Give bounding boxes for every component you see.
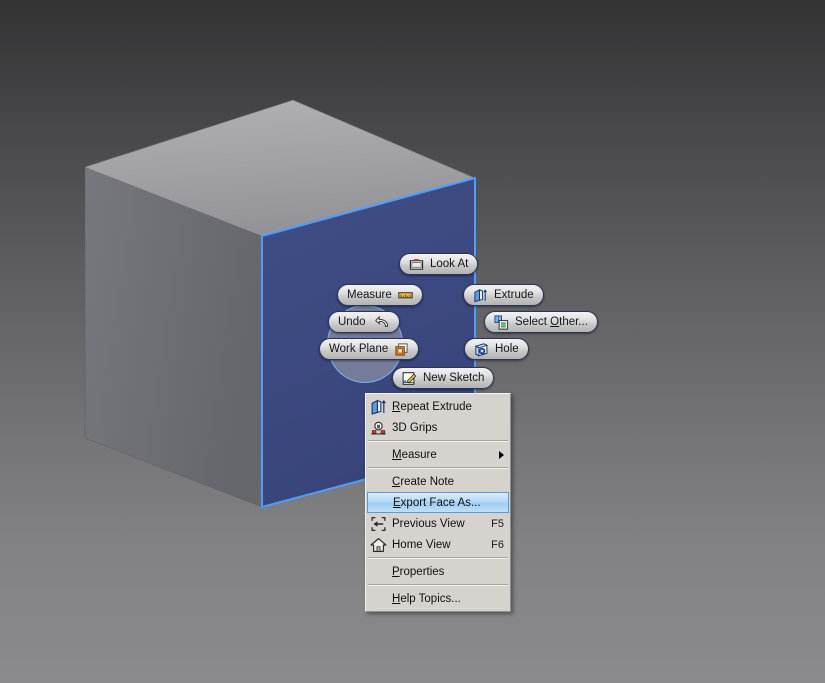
context-menu-separator [368,467,508,469]
marking-menu-work-plane-button[interactable]: Work Plane [319,338,420,360]
work-plane-icon [395,342,408,356]
context-menu-item-repeat-extrude[interactable]: Repeat Extrude [366,396,510,417]
marking-menu-new-sketch-label: New Sketch [423,372,485,384]
context-menu-label: Repeat Extrude [392,400,472,413]
new-sketch-icon [402,371,417,385]
marking-menu-hole-button[interactable]: Hole [464,338,529,360]
context-menu-shortcut: F6 [491,538,504,551]
marking-menu-measure-button[interactable]: Measure [337,284,423,306]
marking-menu-select-other-label: Select Other... [515,316,588,328]
chevron-right-icon [499,450,504,459]
look-at-icon [409,258,424,270]
undo-icon [375,315,389,327]
context-menu-item-properties[interactable]: Properties [366,561,510,582]
context-menu-item-measure[interactable]: Measure [366,444,510,465]
marking-menu-look-at-button[interactable]: Look At [399,253,479,275]
context-menu[interactable]: Repeat Extrude 3D Grips Measure Create N… [365,393,511,612]
marking-menu-hole-label: Hole [495,343,519,355]
context-menu-label: Help Topics... [392,592,461,605]
hole-icon [474,342,489,356]
marking-menu-measure-label: Measure [347,289,392,301]
marking-menu-look-at-label: Look At [430,258,469,270]
marking-menu-extrude-label: Extrude [494,289,534,301]
home-view-icon [370,537,387,552]
context-menu-separator [368,557,508,559]
context-menu-item-3d-grips[interactable]: 3D Grips [366,417,510,438]
extrude-icon [474,288,488,302]
context-menu-label: Properties [392,565,445,578]
context-menu-separator [368,440,508,442]
context-menu-item-home-view[interactable]: Home View F6 [366,534,510,555]
context-menu-label: 3D Grips [392,421,438,434]
context-menu-item-create-note[interactable]: Create Note [366,471,510,492]
grips-icon [371,421,386,434]
context-menu-separator [368,584,508,586]
measure-icon [397,291,413,298]
select-other-icon [494,314,509,330]
marking-menu-select-other-button[interactable]: Select Other... [484,311,598,333]
marking-menu-undo-label: Undo [338,316,366,328]
marking-menu-extrude-button[interactable]: Extrude [463,284,544,306]
context-menu-item-previous-view[interactable]: Previous View F5 [366,513,510,534]
context-menu-item-export-face-as[interactable]: Export Face As... [367,492,509,513]
3d-viewport[interactable]: Look At Measure Undo Work Plane New Sket… [0,0,825,683]
marking-menu-undo-button[interactable]: Undo [328,311,400,333]
marking-menu-work-plane-label: Work Plane [329,343,389,355]
marking-menu-new-sketch-button[interactable]: New Sketch [392,367,495,389]
context-menu-label: Export Face As... [393,496,481,509]
extrude-icon [371,399,386,415]
context-menu-label: Create Note [392,475,455,488]
context-menu-label: Previous View [392,517,465,530]
context-menu-label: Home View [392,538,451,551]
previous-view-icon [371,516,386,531]
context-menu-item-help-topics[interactable]: Help Topics... [366,588,510,609]
context-menu-shortcut: F5 [491,517,504,530]
context-menu-label: Measure [392,448,437,461]
